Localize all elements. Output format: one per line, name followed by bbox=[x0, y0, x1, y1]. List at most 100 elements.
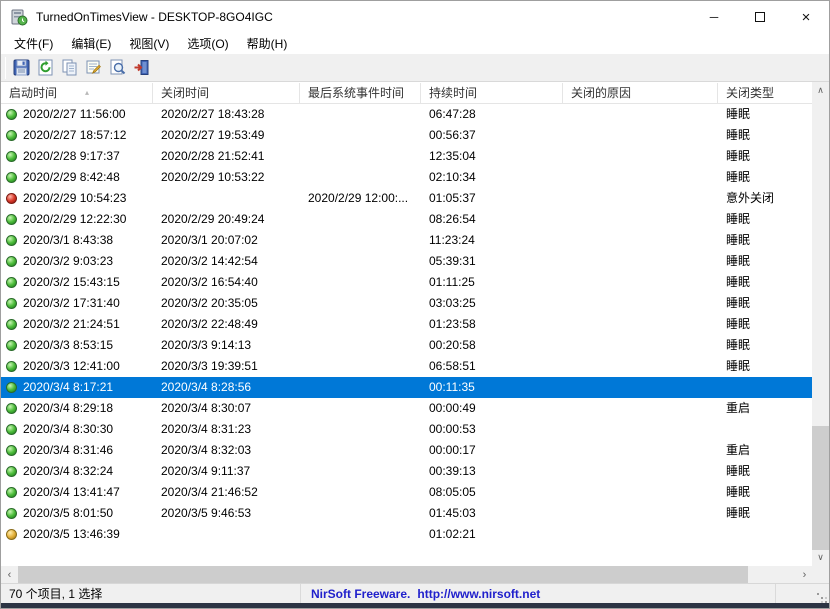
duration-value: 01:45:03 bbox=[421, 503, 563, 524]
reason-value bbox=[563, 188, 718, 209]
shutdown-type-value: 睡眠 bbox=[718, 461, 813, 482]
reason-value bbox=[563, 440, 718, 461]
reason-value bbox=[563, 167, 718, 188]
start-time-value: 2020/3/5 13:46:39 bbox=[23, 524, 120, 545]
scroll-left-icon[interactable]: ‹ bbox=[1, 566, 18, 583]
table-row[interactable]: 2020/3/2 15:43:152020/3/2 16:54:4001:11:… bbox=[1, 272, 813, 293]
green-status-icon bbox=[6, 340, 17, 351]
table-row[interactable]: 2020/2/29 8:42:482020/2/29 10:53:2202:10… bbox=[1, 167, 813, 188]
shutdown-time-value: 2020/2/28 21:52:41 bbox=[153, 146, 300, 167]
reason-value bbox=[563, 356, 718, 377]
green-status-icon bbox=[6, 361, 17, 372]
duration-value: 02:10:34 bbox=[421, 167, 563, 188]
table-row[interactable]: 2020/3/4 8:30:302020/3/4 8:31:2300:00:53 bbox=[1, 419, 813, 440]
close-button[interactable]: × bbox=[783, 1, 829, 33]
duration-value: 06:58:51 bbox=[421, 356, 563, 377]
duration-value: 12:35:04 bbox=[421, 146, 563, 167]
table-row[interactable]: 2020/3/4 13:41:472020/3/4 21:46:5208:05:… bbox=[1, 482, 813, 503]
table-row[interactable]: 2020/2/27 11:56:002020/2/27 18:43:2806:4… bbox=[1, 104, 813, 125]
table-row[interactable]: 2020/2/27 18:57:122020/2/27 19:53:4900:5… bbox=[1, 125, 813, 146]
column-header-duration[interactable]: 持续时间 bbox=[421, 83, 563, 104]
column-header-shutdown-type[interactable]: 关闭类型 bbox=[718, 83, 813, 104]
column-header-shutdown-time[interactable]: 关闭时间 bbox=[153, 83, 300, 104]
menu-help[interactable]: 帮助(H) bbox=[238, 33, 297, 54]
minimize-button[interactable]: ─ bbox=[691, 1, 737, 33]
exit-icon bbox=[133, 59, 150, 76]
start-time-value: 2020/2/27 11:56:00 bbox=[23, 104, 126, 125]
duration-value: 08:26:54 bbox=[421, 209, 563, 230]
refresh-button[interactable] bbox=[33, 56, 57, 80]
vertical-scrollbar-thumb[interactable] bbox=[812, 426, 829, 550]
table-row[interactable]: 2020/3/5 8:01:502020/3/5 9:46:5301:45:03… bbox=[1, 503, 813, 524]
nirsoft-url-link[interactable]: http://www.nirsoft.net bbox=[417, 587, 540, 601]
table-row[interactable]: 2020/3/2 21:24:512020/3/2 22:48:4901:23:… bbox=[1, 314, 813, 335]
menu-options[interactable]: 选项(O) bbox=[178, 33, 237, 54]
app-window: TurnedOnTimesView - DESKTOP-8GO4IGC ─ × … bbox=[0, 0, 830, 609]
last-event-time-value bbox=[300, 230, 421, 251]
table-row[interactable]: 2020/3/2 17:31:402020/3/2 20:35:0503:03:… bbox=[1, 293, 813, 314]
statusbar: 70 个项目, 1 选择 NirSoft Freeware. http://ww… bbox=[1, 583, 829, 603]
maximize-button[interactable] bbox=[737, 1, 783, 33]
table-row[interactable]: 2020/3/1 8:43:382020/3/1 20:07:0211:23:2… bbox=[1, 230, 813, 251]
scroll-right-icon[interactable]: › bbox=[796, 566, 813, 583]
scrollbar-corner bbox=[812, 566, 829, 583]
save-button[interactable] bbox=[9, 56, 33, 80]
table-row[interactable]: 2020/3/4 8:32:242020/3/4 9:11:3700:39:13… bbox=[1, 461, 813, 482]
table-row[interactable]: 2020/3/2 9:03:232020/3/2 14:42:5405:39:3… bbox=[1, 251, 813, 272]
exit-button[interactable] bbox=[129, 56, 153, 80]
table-row[interactable]: 2020/3/4 8:17:212020/3/4 8:28:5600:11:35 bbox=[1, 377, 813, 398]
table-row[interactable]: 2020/2/29 10:54:232020/2/29 12:00:...01:… bbox=[1, 188, 813, 209]
window-controls: ─ × bbox=[691, 1, 829, 33]
menu-file[interactable]: 文件(F) bbox=[5, 33, 62, 54]
reason-value bbox=[563, 461, 718, 482]
shutdown-type-value: 睡眠 bbox=[718, 482, 813, 503]
table-header: 启动时间▴ 关闭时间 最后系统事件时间 持续时间 关闭的原因 关闭类型 bbox=[1, 83, 813, 104]
start-time-value: 2020/3/2 9:03:23 bbox=[23, 251, 113, 272]
shutdown-type-value: 睡眠 bbox=[718, 104, 813, 125]
last-event-time-value bbox=[300, 440, 421, 461]
scroll-up-icon[interactable]: ∧ bbox=[812, 82, 829, 99]
reason-value bbox=[563, 104, 718, 125]
table-row[interactable]: 2020/3/5 13:46:3901:02:21 bbox=[1, 524, 813, 545]
green-status-icon bbox=[6, 214, 17, 225]
table-row[interactable]: 2020/2/29 12:22:302020/2/29 20:49:2408:2… bbox=[1, 209, 813, 230]
last-event-time-value bbox=[300, 419, 421, 440]
column-header-shutdown-reason[interactable]: 关闭的原因 bbox=[563, 83, 718, 104]
table-row[interactable]: 2020/3/3 8:53:152020/3/3 9:14:1300:20:58… bbox=[1, 335, 813, 356]
table-row[interactable]: 2020/2/28 9:17:37 2020/2/28 21:52:41 12:35… bbox=[1, 146, 813, 167]
reason-value bbox=[563, 314, 718, 335]
table-row[interactable]: 2020/3/4 8:31:462020/3/4 8:32:0300:00:17… bbox=[1, 440, 813, 461]
resize-grip[interactable] bbox=[817, 593, 819, 595]
column-header-start-time[interactable]: 启动时间▴ bbox=[1, 83, 153, 104]
start-time-value: 2020/2/27 18:57:12 bbox=[23, 125, 126, 146]
shutdown-time-value bbox=[153, 524, 300, 545]
green-status-icon bbox=[6, 466, 17, 477]
window-title: TurnedOnTimesView - DESKTOP-8GO4IGC bbox=[36, 10, 273, 24]
copy-button[interactable] bbox=[57, 56, 81, 80]
green-status-icon bbox=[6, 172, 17, 183]
last-event-time-value bbox=[300, 272, 421, 293]
table-row[interactable]: 2020/3/3 12:41:002020/3/3 19:39:5106:58:… bbox=[1, 356, 813, 377]
scroll-down-icon[interactable]: ∨ bbox=[812, 549, 829, 566]
horizontal-scrollbar-thumb[interactable] bbox=[18, 566, 748, 583]
shutdown-time-value: 2020/3/5 9:46:53 bbox=[153, 503, 300, 524]
start-time-value: 2020/3/4 8:31:46 bbox=[23, 440, 113, 461]
column-header-last-event-time[interactable]: 最后系统事件时间 bbox=[300, 83, 421, 104]
menu-view[interactable]: 视图(V) bbox=[120, 33, 178, 54]
table-row[interactable]: 2020/3/4 8:29:182020/3/4 8:30:0700:00:49… bbox=[1, 398, 813, 419]
app-icon bbox=[10, 8, 28, 26]
menu-edit[interactable]: 编辑(E) bbox=[62, 33, 120, 54]
save-icon bbox=[13, 59, 30, 76]
start-time-value: 2020/2/28 9:17:37 bbox=[23, 146, 120, 167]
properties-button[interactable] bbox=[81, 56, 105, 80]
duration-value: 00:00:53 bbox=[421, 419, 563, 440]
copy-icon bbox=[61, 59, 78, 76]
vertical-scrollbar[interactable]: ∧ ∨ bbox=[812, 82, 829, 566]
horizontal-scrollbar[interactable]: ‹ › bbox=[1, 566, 813, 583]
duration-value: 03:03:25 bbox=[421, 293, 563, 314]
find-button[interactable] bbox=[105, 56, 129, 80]
last-event-time-value bbox=[300, 461, 421, 482]
toolbar-separator bbox=[5, 57, 6, 79]
shutdown-type-value bbox=[718, 377, 813, 398]
reason-value bbox=[563, 398, 718, 419]
